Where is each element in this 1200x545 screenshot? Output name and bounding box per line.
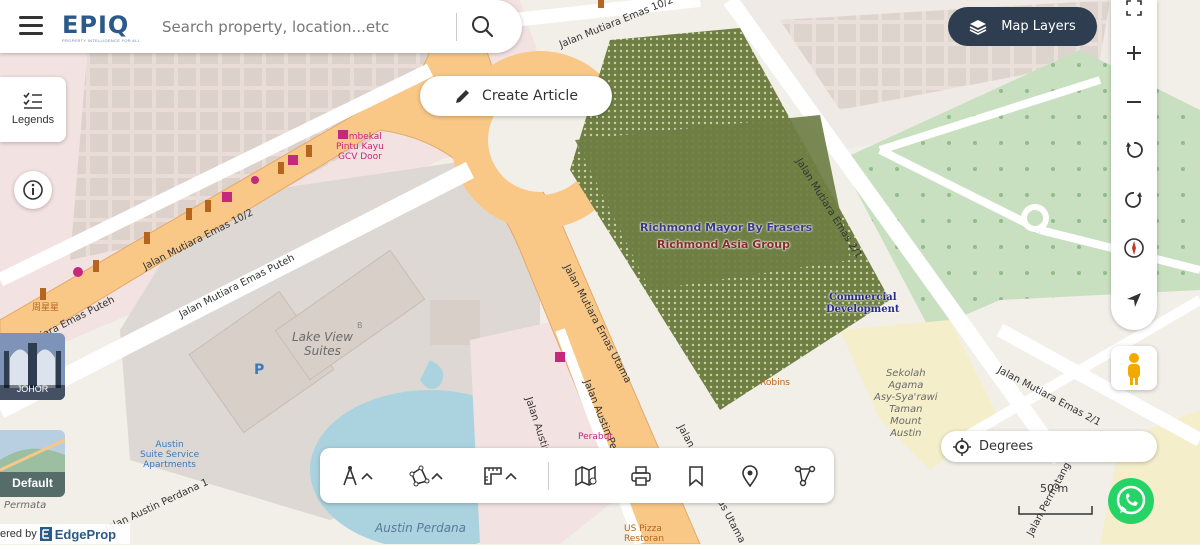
measure-tool-button[interactable] xyxy=(340,464,374,488)
map-icon xyxy=(575,465,597,487)
bookmark-icon xyxy=(689,466,703,487)
info-button[interactable] xyxy=(14,171,52,209)
polygon-icon xyxy=(409,465,430,487)
navigate-icon xyxy=(1127,293,1141,307)
place-label: Robins xyxy=(760,378,790,388)
route-icon xyxy=(794,465,816,487)
pencil-icon xyxy=(456,90,470,103)
scale-label: 50 m xyxy=(1040,482,1069,495)
bottom-toolbar xyxy=(320,448,834,503)
ruler-icon xyxy=(484,467,502,485)
development-plot[interactable] xyxy=(575,115,850,290)
search-input[interactable]: Search property, location...etc xyxy=(162,18,389,36)
street-view-button[interactable] xyxy=(1111,346,1157,390)
development-name-label[interactable]: Richmond Mayor By Frasers xyxy=(640,221,812,234)
region-label: JOHOR xyxy=(16,384,49,394)
chevron-up-icon xyxy=(505,472,517,480)
region-selector-johor[interactable]: JOHOR xyxy=(0,333,65,400)
legends-button[interactable]: Legends xyxy=(0,77,66,142)
powered-by-footer[interactable]: ered by EdgeProp xyxy=(0,524,130,544)
info-icon xyxy=(23,180,43,200)
place-label: Permata xyxy=(4,500,47,511)
pegman-icon xyxy=(1128,353,1140,385)
map-layers-button[interactable]: Map Layers xyxy=(948,7,1097,46)
layers-icon xyxy=(969,19,987,35)
logo[interactable]: EPIQ xyxy=(62,11,129,39)
zoom-out-icon xyxy=(1127,101,1141,103)
chevron-up-icon xyxy=(361,472,373,480)
print-button[interactable] xyxy=(630,464,652,488)
developer-name-label[interactable]: Richmond Asia Group xyxy=(657,238,790,251)
polygon-tool-button[interactable] xyxy=(408,464,444,488)
logo-subtitle: PROPERTY INTELLIGENCE FOR ALL xyxy=(62,38,141,43)
navigate-button[interactable] xyxy=(1111,280,1157,320)
hamburger-menu-icon[interactable] xyxy=(19,16,43,36)
degrees-toggle[interactable]: Degrees xyxy=(941,431,1157,462)
building-letter-label: B xyxy=(357,321,363,330)
location-pin-button[interactable] xyxy=(740,464,760,488)
whatsapp-button[interactable] xyxy=(1108,478,1154,524)
place-label: Lake View Suites xyxy=(292,330,353,358)
compass-icon xyxy=(1124,238,1144,258)
place-label: US Pizza Restoran xyxy=(624,524,665,544)
chevron-up-icon xyxy=(431,472,443,480)
compass-button[interactable] xyxy=(1111,228,1157,268)
map-tool-button[interactable] xyxy=(574,464,598,488)
place-label: Pembekal Pintu Kayu GCV Door xyxy=(336,132,384,162)
map-layers-label: Map Layers xyxy=(1001,19,1076,34)
checklist-icon xyxy=(23,92,42,109)
degrees-label: Degrees xyxy=(979,439,1034,454)
fullscreen-icon xyxy=(1126,0,1142,16)
place-label: Austin Suite Service Apartments xyxy=(140,440,200,470)
crosshair-icon xyxy=(953,437,971,456)
parking-label: P xyxy=(254,362,265,378)
legends-label: Legends xyxy=(11,114,55,126)
rotate-right-button[interactable] xyxy=(1111,180,1157,220)
ruler-tool-button[interactable] xyxy=(482,464,518,488)
powered-by-brand: EdgeProp xyxy=(54,526,117,542)
small-building xyxy=(430,300,480,345)
rotate-left-icon xyxy=(1126,142,1143,158)
search-divider xyxy=(456,13,457,41)
measure-icon xyxy=(343,466,357,486)
edgeprop-logo-icon xyxy=(39,527,52,541)
zoom-in-button[interactable] xyxy=(1111,33,1157,73)
place-label: Austin Perdana xyxy=(375,521,467,535)
place-label: Perabut xyxy=(578,432,613,442)
commercial-development-label[interactable]: Commercial Development xyxy=(826,292,900,316)
top-search-bar: EPIQ PROPERTY INTELLIGENCE FOR ALL Searc… xyxy=(0,0,522,53)
powered-by-prefix: ered by xyxy=(0,528,37,540)
rotate-right-icon xyxy=(1125,192,1142,208)
basemap-label: Default xyxy=(12,476,53,490)
print-icon xyxy=(631,466,651,486)
bookmark-button[interactable] xyxy=(686,464,706,488)
basemap-selector[interactable]: Default xyxy=(0,430,65,497)
park-roundabout-center xyxy=(1027,210,1043,226)
rotate-left-button[interactable] xyxy=(1111,130,1157,170)
fullscreen-button[interactable] xyxy=(1111,0,1157,28)
zoom-out-button[interactable] xyxy=(1111,82,1157,122)
zoom-in-icon xyxy=(1127,46,1141,60)
route-button[interactable] xyxy=(794,464,816,488)
place-label: Sekolah Agama Asy-Sya'rawi Taman Mount A… xyxy=(874,368,938,439)
scale-bar xyxy=(1018,506,1093,515)
search-icon[interactable] xyxy=(470,14,494,38)
whatsapp-icon xyxy=(1116,485,1146,515)
toolbar-divider xyxy=(548,462,549,490)
create-article-label: Create Article xyxy=(482,88,578,104)
location-pin-icon xyxy=(742,465,758,487)
map-controls xyxy=(1111,0,1157,330)
place-label: 周星星 xyxy=(32,303,60,313)
create-article-button[interactable]: Create Article xyxy=(420,76,612,116)
